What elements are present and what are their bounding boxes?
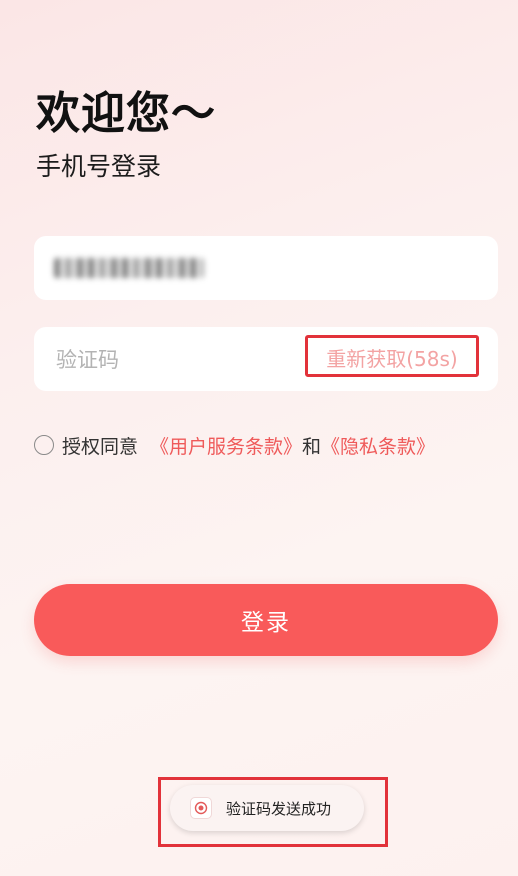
resend-code-button[interactable]: 重新获取(58s): [305, 335, 479, 377]
agreement-checkbox[interactable]: [34, 435, 54, 455]
login-button[interactable]: 登录: [34, 584, 498, 656]
toast-message: 验证码发送成功: [226, 799, 332, 818]
phone-number-value-redacted: [54, 258, 204, 278]
agreement-row: 授权同意 《用户服务条款》 和 《隐私条款》: [34, 432, 435, 458]
verification-code-field: 重新获取(58s): [34, 327, 498, 391]
agreement-prefix: 授权同意: [62, 435, 139, 458]
page-subtitle: 手机号登录: [36, 152, 162, 181]
toast-notification: 验证码发送成功: [170, 785, 364, 831]
login-screen: 欢迎您～ 手机号登录 重新获取(58s) 授权同意 《用户服务条款》 和 《隐私…: [0, 0, 518, 876]
verification-code-input[interactable]: [54, 341, 278, 379]
page-title: 欢迎您～: [36, 88, 216, 139]
app-logo-icon: [190, 797, 212, 819]
phone-field[interactable]: [34, 236, 498, 300]
privacy-link[interactable]: 《隐私条款》: [321, 432, 435, 459]
agreement-conjunction: 和: [302, 435, 322, 458]
terms-link[interactable]: 《用户服务条款》: [150, 432, 302, 459]
